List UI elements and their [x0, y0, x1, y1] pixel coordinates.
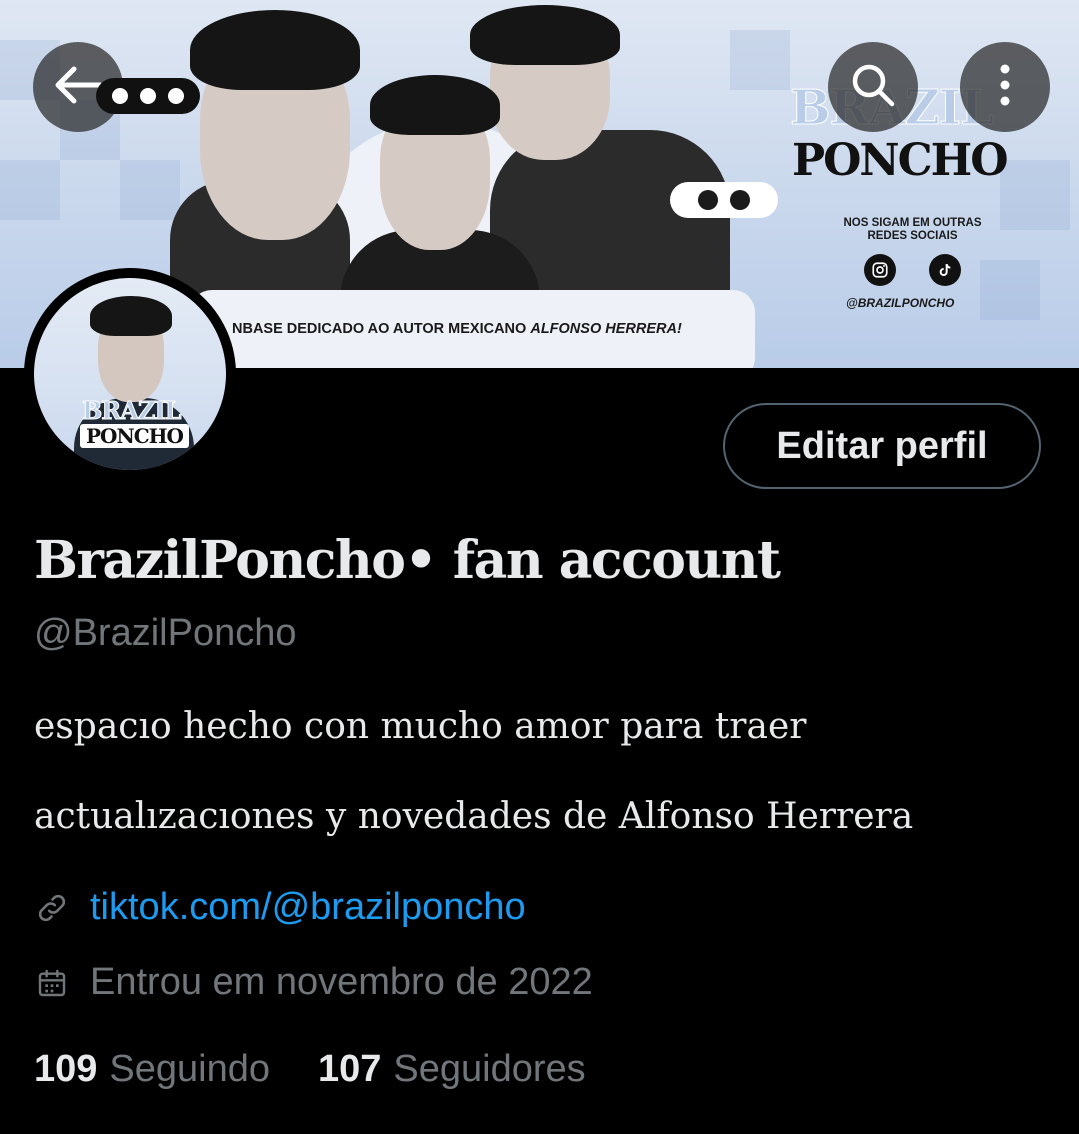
- calendar-icon: [34, 965, 70, 1001]
- instagram-icon: [864, 254, 896, 286]
- banner-logo-main: PONCHO: [792, 135, 1009, 186]
- banner-photo-left-hair: [190, 10, 360, 90]
- banner-tagline: NBASE DEDICADO AO AUTOR MEXICANO ALFONSO…: [232, 321, 682, 337]
- joined-row: Entrou em novembro de 2022: [34, 961, 593, 1004]
- link-icon: [34, 890, 70, 926]
- edit-profile-button[interactable]: Editar perfil: [723, 403, 1041, 489]
- banner-decoration: [730, 30, 790, 90]
- bio-line-2: actualızacıones y novedades de Alfonso H…: [34, 796, 914, 837]
- banner-photo-right-hair: [470, 5, 620, 65]
- followers-count: 107: [318, 1048, 382, 1090]
- website-row: tiktok.com/@brazilponcho: [34, 886, 526, 929]
- following-count: 109: [34, 1048, 98, 1090]
- avatar-person-hair: [90, 296, 172, 336]
- following-label: Seguindo: [109, 1048, 270, 1090]
- banner-decoration: [980, 260, 1040, 320]
- banner-handle: @BRAZILPONCHO: [846, 296, 955, 310]
- banner-photo-center-hair: [370, 75, 500, 135]
- following-stat[interactable]: 109 Seguindo: [34, 1048, 270, 1091]
- banner-follow-text: NOS SIGAM EM OUTRAS REDES SOCIAIS: [843, 217, 982, 242]
- follow-stats: 109 Seguindo 107 Seguidores: [34, 1048, 634, 1091]
- more-options-button[interactable]: [960, 42, 1050, 132]
- username-handle: @BrazilPoncho: [34, 612, 297, 654]
- avatar-image: BRAZIL PONCHO: [34, 278, 226, 470]
- search-icon: [850, 62, 896, 112]
- avatar-logo-top: BRAZIL: [81, 396, 181, 426]
- display-name: BrazilPoncho• fan account: [34, 530, 781, 591]
- banner-dots-pill: [670, 182, 778, 218]
- joined-date: Entrou em novembro de 2022: [90, 961, 593, 1003]
- tiktok-icon: [929, 254, 961, 286]
- followers-label: Seguidores: [393, 1048, 586, 1090]
- bio-line-1: espacıo hecho con mucho amor para traer: [34, 706, 807, 747]
- search-button[interactable]: [828, 42, 918, 132]
- avatar-logo-main: PONCHO: [80, 424, 189, 448]
- banner-dots-pill-top: [96, 78, 200, 114]
- profile-avatar[interactable]: BRAZIL PONCHO: [24, 268, 236, 480]
- banner-decoration: [0, 160, 60, 220]
- banner-decoration: [120, 160, 180, 220]
- more-vertical-icon: [999, 62, 1011, 112]
- website-link[interactable]: tiktok.com/@brazilponcho: [90, 886, 526, 929]
- followers-stat[interactable]: 107 Seguidores: [318, 1048, 586, 1091]
- banner-decoration: [1000, 160, 1070, 230]
